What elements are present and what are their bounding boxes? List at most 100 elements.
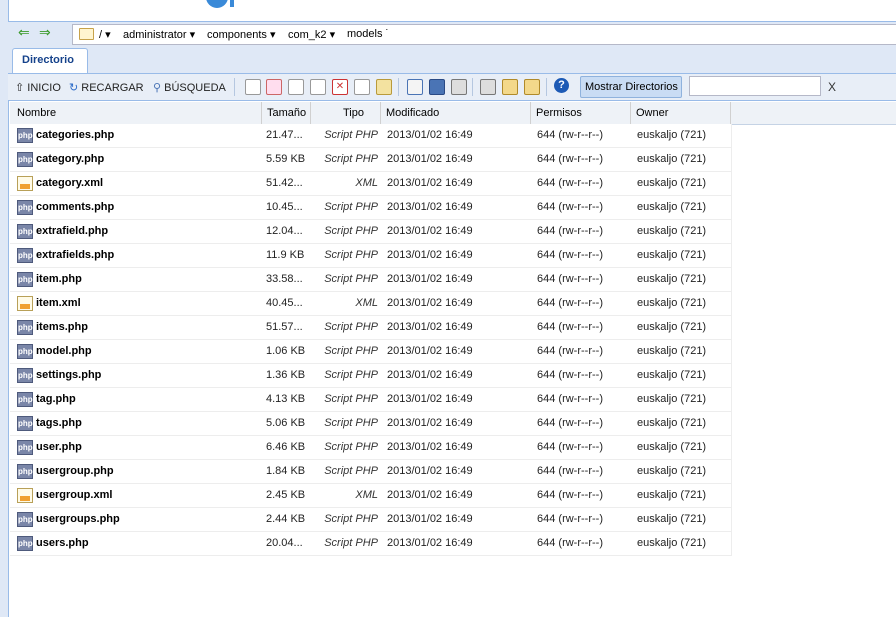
table-row[interactable]: php settings.php 1.36 KB Script PHP 2013/01/… (10, 364, 732, 388)
file-name: tags.php (36, 417, 82, 429)
breadcrumb-root[interactable]: / ▾ (99, 28, 111, 41)
file-name: tag.php (36, 393, 76, 405)
column-header-owner[interactable]: Owner (630, 102, 731, 124)
file-type: Script PHP (324, 225, 378, 237)
file-modified: 2013/01/02 16:49 (387, 345, 473, 357)
php-file-icon: php (17, 464, 33, 479)
breadcrumb-components[interactable]: components ▾ (207, 28, 276, 41)
paste-icon[interactable] (310, 79, 326, 95)
column-header-size[interactable]: Tamaño (261, 102, 311, 124)
view-icons-icon[interactable] (407, 79, 423, 95)
chmod-icon[interactable] (376, 79, 392, 95)
download-icon[interactable] (451, 79, 467, 95)
rename-icon[interactable] (354, 79, 370, 95)
file-owner: euskaljo (721) (637, 153, 707, 165)
file-modified: 2013/01/02 16:49 (387, 153, 473, 165)
file-owner: euskaljo (721) (637, 177, 707, 189)
column-header-permissions[interactable]: Permisos (530, 102, 631, 124)
clear-filter-button[interactable]: X (828, 80, 836, 94)
breadcrumb-com-k2[interactable]: com_k2 ▾ (288, 28, 335, 41)
search-button[interactable]: ⚲ BÚSQUEDA (153, 81, 226, 94)
file-permissions: 644 (rw-r--r--) (537, 129, 603, 141)
separator (472, 78, 473, 96)
file-modified: 2013/01/02 16:49 (387, 177, 473, 189)
file-type: XML (355, 177, 378, 189)
arrow-right-icon[interactable]: ⇒ (39, 24, 51, 41)
help-icon[interactable]: ? (554, 78, 569, 93)
table-row[interactable]: php users.php 20.04... Script PHP 2013/01/02… (10, 532, 732, 556)
view-details-icon[interactable] (429, 79, 445, 95)
table-row[interactable]: category.xml 51.42... XML 2013/01/02 16:49 6… (10, 172, 732, 196)
file-size: 12.04... (266, 225, 303, 237)
xml-file-icon (17, 176, 33, 191)
file-permissions: 644 (rw-r--r--) (537, 537, 603, 549)
file-size: 5.59 KB (266, 153, 306, 165)
file-permissions: 644 (rw-r--r--) (537, 417, 603, 429)
file-permissions: 644 (rw-r--r--) (537, 273, 603, 285)
file-permissions: 644 (rw-r--r--) (537, 345, 603, 357)
file-type: Script PHP (324, 153, 378, 165)
table-row[interactable]: php category.php 5.59 KB Script PHP 2013/01/… (10, 148, 732, 172)
edit-icon[interactable] (266, 79, 282, 95)
file-name: category.xml (36, 177, 104, 189)
table-row[interactable]: php categories.php 21.47... Script PHP 2013/… (10, 124, 732, 148)
delete-icon[interactable]: ✕ (332, 79, 348, 95)
table-row[interactable]: php tag.php 4.13 KB Script PHP 2013/01/02 16… (10, 388, 732, 412)
arrow-left-icon[interactable]: ⇐ (18, 24, 30, 41)
file-type: Script PHP (324, 345, 378, 357)
separator (234, 78, 235, 96)
show-directories-button[interactable]: Mostrar Directorios (580, 76, 682, 98)
table-row[interactable]: php model.php 1.06 KB Script PHP 2013/01/02 … (10, 340, 732, 364)
file-type: Script PHP (324, 441, 378, 453)
file-size: 4.13 KB (266, 393, 306, 405)
logo-fragment (206, 0, 228, 8)
table-row[interactable]: php tags.php 5.06 KB Script PHP 2013/01/02 1… (10, 412, 732, 436)
file-size: 11.9 KB (266, 249, 305, 261)
file-modified: 2013/01/02 16:49 (387, 369, 473, 381)
file-modified: 2013/01/02 16:49 (387, 321, 473, 333)
breadcrumb-administrator[interactable]: administrator ▾ (123, 28, 195, 41)
table-row[interactable]: php extrafields.php 11.9 KB Script PHP 2013/… (10, 244, 732, 268)
table-row[interactable]: php comments.php 10.45... Script PHP 2013/01… (10, 196, 732, 220)
table-row[interactable]: php extrafield.php 12.04... Script PHP 2013/… (10, 220, 732, 244)
file-modified: 2013/01/02 16:49 (387, 417, 473, 429)
breadcrumb-models[interactable]: models ˙ (347, 28, 389, 40)
file-type: Script PHP (324, 129, 378, 141)
reload-icon: ↻ (69, 82, 79, 94)
table-row[interactable]: item.xml 40.45... XML 2013/01/02 16:49 644 (… (10, 292, 732, 316)
file-modified: 2013/01/02 16:49 (387, 393, 473, 405)
php-file-icon: php (17, 536, 33, 551)
column-header-name[interactable]: Nombre (10, 102, 262, 124)
home-button[interactable]: ⇧ INICIO (15, 81, 61, 94)
file-name: comments.php (36, 201, 115, 213)
file-name: user.php (36, 441, 82, 453)
table-row[interactable]: php user.php 6.46 KB Script PHP 2013/01/02 1… (10, 436, 732, 460)
extract-icon[interactable] (524, 79, 540, 95)
archive-icon[interactable] (502, 79, 518, 95)
upload-icon[interactable] (480, 79, 496, 95)
tab-directorio[interactable]: Directorio (12, 48, 88, 73)
file-size: 20.04... (266, 537, 303, 549)
table-row[interactable]: php usergroup.php 1.84 KB Script PHP 2013/01… (10, 460, 732, 484)
file-modified: 2013/01/02 16:49 (387, 537, 473, 549)
column-header-type[interactable]: Tipo (310, 102, 381, 124)
reload-button[interactable]: ↻ RECARGAR (69, 81, 144, 94)
file-owner: euskaljo (721) (637, 489, 707, 501)
file-size: 21.47... (266, 129, 303, 141)
table-row[interactable]: php items.php 51.57... Script PHP 2013/01/02… (10, 316, 732, 340)
php-file-icon: php (17, 368, 33, 383)
file-type: Script PHP (324, 249, 378, 261)
table-row[interactable]: php item.php 33.58... Script PHP 2013/01/02 … (10, 268, 732, 292)
table-row[interactable]: php usergroups.php 2.44 KB Script PHP 2013/0… (10, 508, 732, 532)
column-header-modified[interactable]: Modificado (380, 102, 531, 124)
tab-bar: Directorio (8, 46, 896, 74)
filter-input[interactable] (689, 76, 821, 96)
table-row[interactable]: usergroup.xml 2.45 KB XML 2013/01/02 16:49 6… (10, 484, 732, 508)
search-icon: ⚲ (153, 82, 162, 94)
file-permissions: 644 (rw-r--r--) (537, 177, 603, 189)
file-modified: 2013/01/02 16:49 (387, 297, 473, 309)
copy-icon[interactable] (288, 79, 304, 95)
new-file-icon[interactable] (245, 79, 261, 95)
file-owner: euskaljo (721) (637, 321, 707, 333)
file-owner: euskaljo (721) (637, 225, 707, 237)
